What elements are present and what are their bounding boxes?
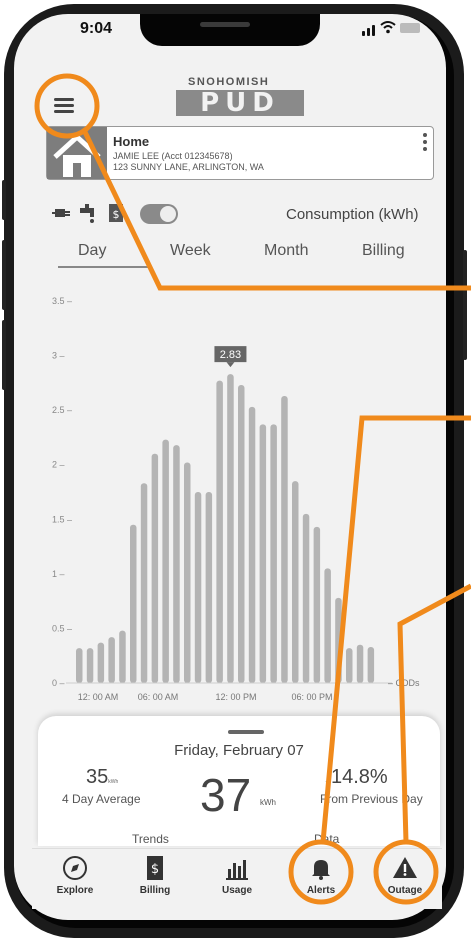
period-tabs: Day Week Month Billing [46, 238, 440, 272]
change-percent: 14.8% [331, 766, 388, 788]
tab-week[interactable]: Week [170, 242, 211, 260]
logo-top-text: SNOHOMISH [188, 76, 270, 88]
nav-billing-label: Billing [139, 885, 171, 896]
view-toggle[interactable] [140, 204, 178, 224]
house-icon [47, 127, 107, 179]
wifi-icon [380, 21, 396, 34]
account-address: 123 SUNNY LANE, ARLINGTON, WA [113, 162, 264, 172]
battery-icon [400, 23, 420, 33]
nav-alerts[interactable]: Alerts [286, 855, 356, 905]
consumption-label: Consumption (kWh) [286, 206, 419, 223]
average-label: 4 Day Average [62, 792, 141, 806]
side-button-left-2 [2, 240, 6, 310]
trends-section-label[interactable]: Trends [132, 832, 169, 846]
tab-month[interactable]: Month [264, 242, 308, 260]
side-button-right [463, 250, 467, 360]
bar-chart-icon [226, 860, 248, 880]
change-value: ↓14.8% [324, 766, 388, 789]
more-options-icon[interactable] [423, 133, 427, 154]
panel-drag-handle[interactable] [228, 730, 264, 734]
nav-usage[interactable]: Usage [202, 855, 272, 905]
bill-dollar-icon[interactable]: $ [106, 202, 126, 224]
bottom-navigation: Explore $ Billing Usage Alerts Outage [32, 848, 442, 909]
account-card[interactable]: Home JAMIE LEE (Acct 012345678) 123 SUNN… [46, 126, 434, 180]
summary-date: Friday, February 07 [174, 742, 304, 759]
daily-total-unit: kWh [260, 798, 276, 807]
svg-text:$: $ [113, 208, 120, 221]
summary-panel: Friday, February 07 35kWh 4 Day Average … [38, 716, 440, 846]
menu-icon-line [54, 110, 74, 113]
average-value: 35kWh [86, 766, 118, 789]
average-number: 35 [86, 766, 109, 788]
nav-outage-label: Outage [387, 885, 423, 896]
notch [140, 14, 320, 46]
status-icons [362, 20, 422, 36]
active-tab-indicator [58, 266, 150, 268]
svg-text:$: $ [151, 862, 159, 877]
average-unit: kWh [108, 779, 119, 785]
change-label: From Previous Day [320, 792, 423, 806]
water-faucet-icon[interactable] [78, 202, 98, 224]
menu-icon-line [54, 104, 74, 107]
menu-icon-line [54, 98, 74, 101]
side-button-left-1 [2, 180, 6, 220]
nav-billing[interactable]: $ Billing [120, 855, 190, 905]
menu-button[interactable] [50, 92, 80, 118]
nav-outage[interactable]: Outage [370, 855, 440, 905]
tab-day[interactable]: Day [78, 242, 106, 260]
speaker [200, 22, 250, 27]
status-time: 9:04 [80, 20, 113, 37]
bill-icon: $ [147, 856, 163, 880]
bell-icon [312, 860, 330, 880]
logo-main: PUD [176, 90, 304, 116]
toggle-knob [160, 206, 176, 222]
utility-toolbar: $ [52, 202, 192, 226]
nav-explore-label: Explore [56, 885, 94, 896]
side-button-left-3 [2, 320, 6, 390]
nav-explore[interactable]: Explore [40, 855, 110, 905]
tab-billing[interactable]: Billing [362, 242, 405, 260]
account-holder: JAMIE LEE (Acct 012345678) [113, 151, 233, 161]
account-name: Home [113, 134, 150, 149]
compass-icon [63, 856, 87, 880]
electric-plug-icon[interactable] [52, 202, 72, 224]
nav-usage-label: Usage [221, 885, 252, 896]
arrow-down-icon: ↓ [324, 770, 331, 786]
nav-alerts-label: Alerts [306, 885, 336, 896]
warning-triangle-icon [393, 857, 417, 878]
data-section-label[interactable]: Data [314, 832, 339, 846]
daily-total-value: 37 [200, 769, 252, 821]
